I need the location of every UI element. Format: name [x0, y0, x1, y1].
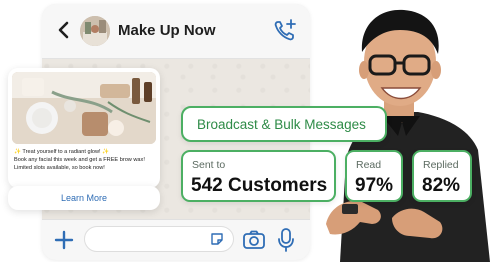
chat-title: Make Up Now: [118, 22, 216, 39]
promo-message-card[interactable]: ✨ Treat yourself to a radiant glow! ✨ Bo…: [8, 68, 160, 188]
replied-value: 82%: [422, 175, 461, 196]
sticker-icon[interactable]: [209, 231, 225, 247]
read-label: Read: [356, 159, 382, 171]
broadcast-badge: Broadcast & Bulk Messages: [181, 106, 387, 142]
message-input[interactable]: [84, 226, 234, 252]
sent-label: Sent to: [192, 159, 226, 171]
chevron-left-icon[interactable]: [52, 18, 76, 42]
plus-icon[interactable]: [52, 228, 76, 252]
promo-line-1: ✨ Treat yourself to a radiant glow! ✨: [14, 149, 110, 155]
avatar[interactable]: [80, 16, 110, 46]
sent-stat-card: Sent to 542 Customers: [181, 150, 336, 202]
promo-line-2: Book any facial this week and get a FREE…: [14, 157, 145, 163]
learn-more-button[interactable]: Learn More: [8, 186, 160, 210]
read-stat-card: Read 97%: [345, 150, 403, 202]
promo-image: [12, 72, 156, 144]
chat-header: Make Up Now: [42, 4, 310, 59]
stage: Make Up Now ✨ Treat yourself to a radian…: [0, 0, 499, 262]
chat-composer: [42, 219, 310, 260]
broadcast-label: Broadcast & Bulk Messages: [197, 117, 366, 132]
promo-line-3: Limited slots available, so book now!: [14, 165, 105, 171]
sent-value: 542 Customers: [191, 175, 328, 196]
replied-label: Replied: [423, 159, 459, 171]
add-call-icon[interactable]: [272, 18, 298, 44]
read-value: 97%: [355, 175, 394, 196]
microphone-icon[interactable]: [276, 227, 296, 253]
replied-stat-card: Replied 82%: [412, 150, 472, 202]
camera-icon[interactable]: [242, 228, 266, 252]
promo-message-text: ✨ Treat yourself to a radiant glow! ✨ Bo…: [14, 148, 156, 172]
